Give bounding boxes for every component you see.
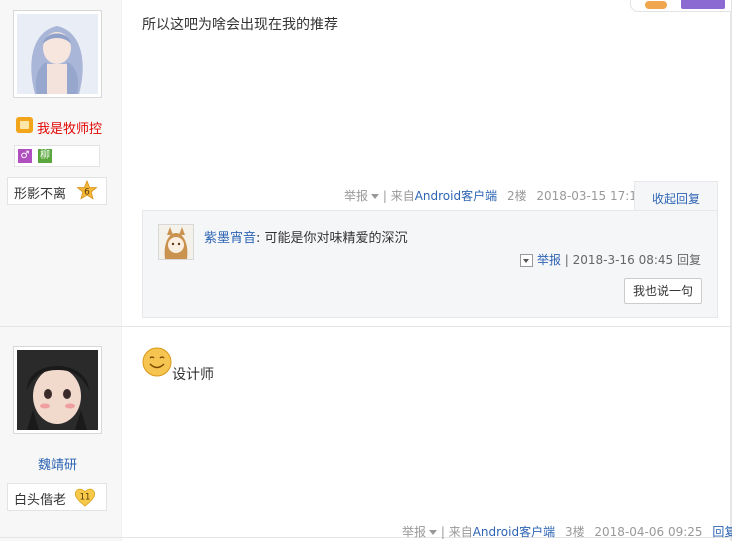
say-something-button[interactable]: 我也说一句: [624, 278, 702, 304]
reply-time: | 2018-3-16 08:45: [564, 253, 674, 267]
gender-male-icon: ♂: [18, 149, 32, 163]
level-badge[interactable]: 白头偕老 11: [7, 483, 107, 511]
reply-report-link[interactable]: 举报: [537, 253, 561, 267]
fold-replies-label: 收起回复: [652, 192, 701, 206]
post-time: 2018-04-06 09:25: [594, 525, 703, 539]
level-title: 形影不离: [14, 187, 67, 202]
anime-fox-girl-avatar-image: [159, 225, 193, 259]
vip-crown-icon: [16, 117, 33, 133]
reply-content: 紫墨宵音: 可能是你对味精爱的深沉: [204, 227, 408, 246]
smile-emoji-icon: [142, 347, 172, 377]
author-name[interactable]: 魏靖研: [38, 454, 77, 473]
tieba-badge-icon: 柳: [38, 149, 52, 163]
avatar[interactable]: [13, 10, 102, 98]
post-meta: 举报 | 来自Android客户端 3楼 2018-04-06 09:25 回复: [402, 523, 732, 540]
dropdown-icon[interactable]: [519, 254, 533, 267]
post-content: 所以这吧为啥会出现在我的推荐: [142, 17, 338, 33]
report-link[interactable]: 举报: [402, 525, 426, 539]
post-content: 设计师: [172, 367, 214, 383]
svg-text:6: 6: [84, 188, 90, 198]
reply-colon: :: [256, 231, 261, 246]
top-toolbar-remnant: [630, 0, 732, 12]
reply-link[interactable]: 回复: [712, 525, 732, 539]
author-name[interactable]: 我是牧师控: [37, 118, 102, 137]
post-meta: 举报 | 来自Android客户端 2楼 2018-03-15 17:11: [344, 187, 645, 204]
svg-text:11: 11: [80, 493, 91, 503]
source-link[interactable]: Android客户端: [473, 525, 555, 539]
level-title: 白头偕老: [14, 493, 67, 508]
cake-icon: [645, 1, 667, 9]
post-time: 2018-03-15 17:11: [536, 189, 645, 203]
level-badge[interactable]: 形影不离 6: [7, 177, 107, 205]
floor-number: 2楼: [506, 189, 527, 203]
fold-replies-tab[interactable]: 收起回复: [634, 181, 718, 212]
anime-boy-avatar-image: [17, 350, 98, 430]
avatar[interactable]: [13, 346, 102, 434]
reply-meta: 举报 | 2018-3-16 08:45 回复: [519, 251, 701, 268]
source-prefix: | 来自: [440, 525, 473, 539]
reply-text: 可能是你对味精爱的深沉: [264, 231, 408, 246]
chevron-down-icon[interactable]: [429, 530, 438, 535]
floor-number: 3楼: [564, 525, 585, 539]
badges-box: ♂ 柳: [14, 145, 100, 167]
anime-girl-avatar-image: [17, 14, 98, 94]
reply-avatar[interactable]: [158, 224, 194, 260]
source-link[interactable]: Android客户端: [415, 189, 497, 203]
level-heart-icon: 11: [74, 488, 96, 507]
source-prefix: | 来自: [382, 189, 415, 203]
reply-reply-link[interactable]: 回复: [677, 253, 701, 267]
report-link[interactable]: 举报: [344, 189, 368, 203]
level-star-icon: 6: [76, 180, 98, 200]
chevron-down-icon[interactable]: [371, 194, 380, 199]
reply-panel: 紫墨宵音: 可能是你对味精爱的深沉 举报 | 2018-3-16 08:45 回…: [142, 210, 718, 318]
reply-author[interactable]: 紫墨宵音: [204, 231, 256, 246]
sign-in-button[interactable]: [681, 0, 725, 9]
post-divider: [0, 326, 732, 327]
